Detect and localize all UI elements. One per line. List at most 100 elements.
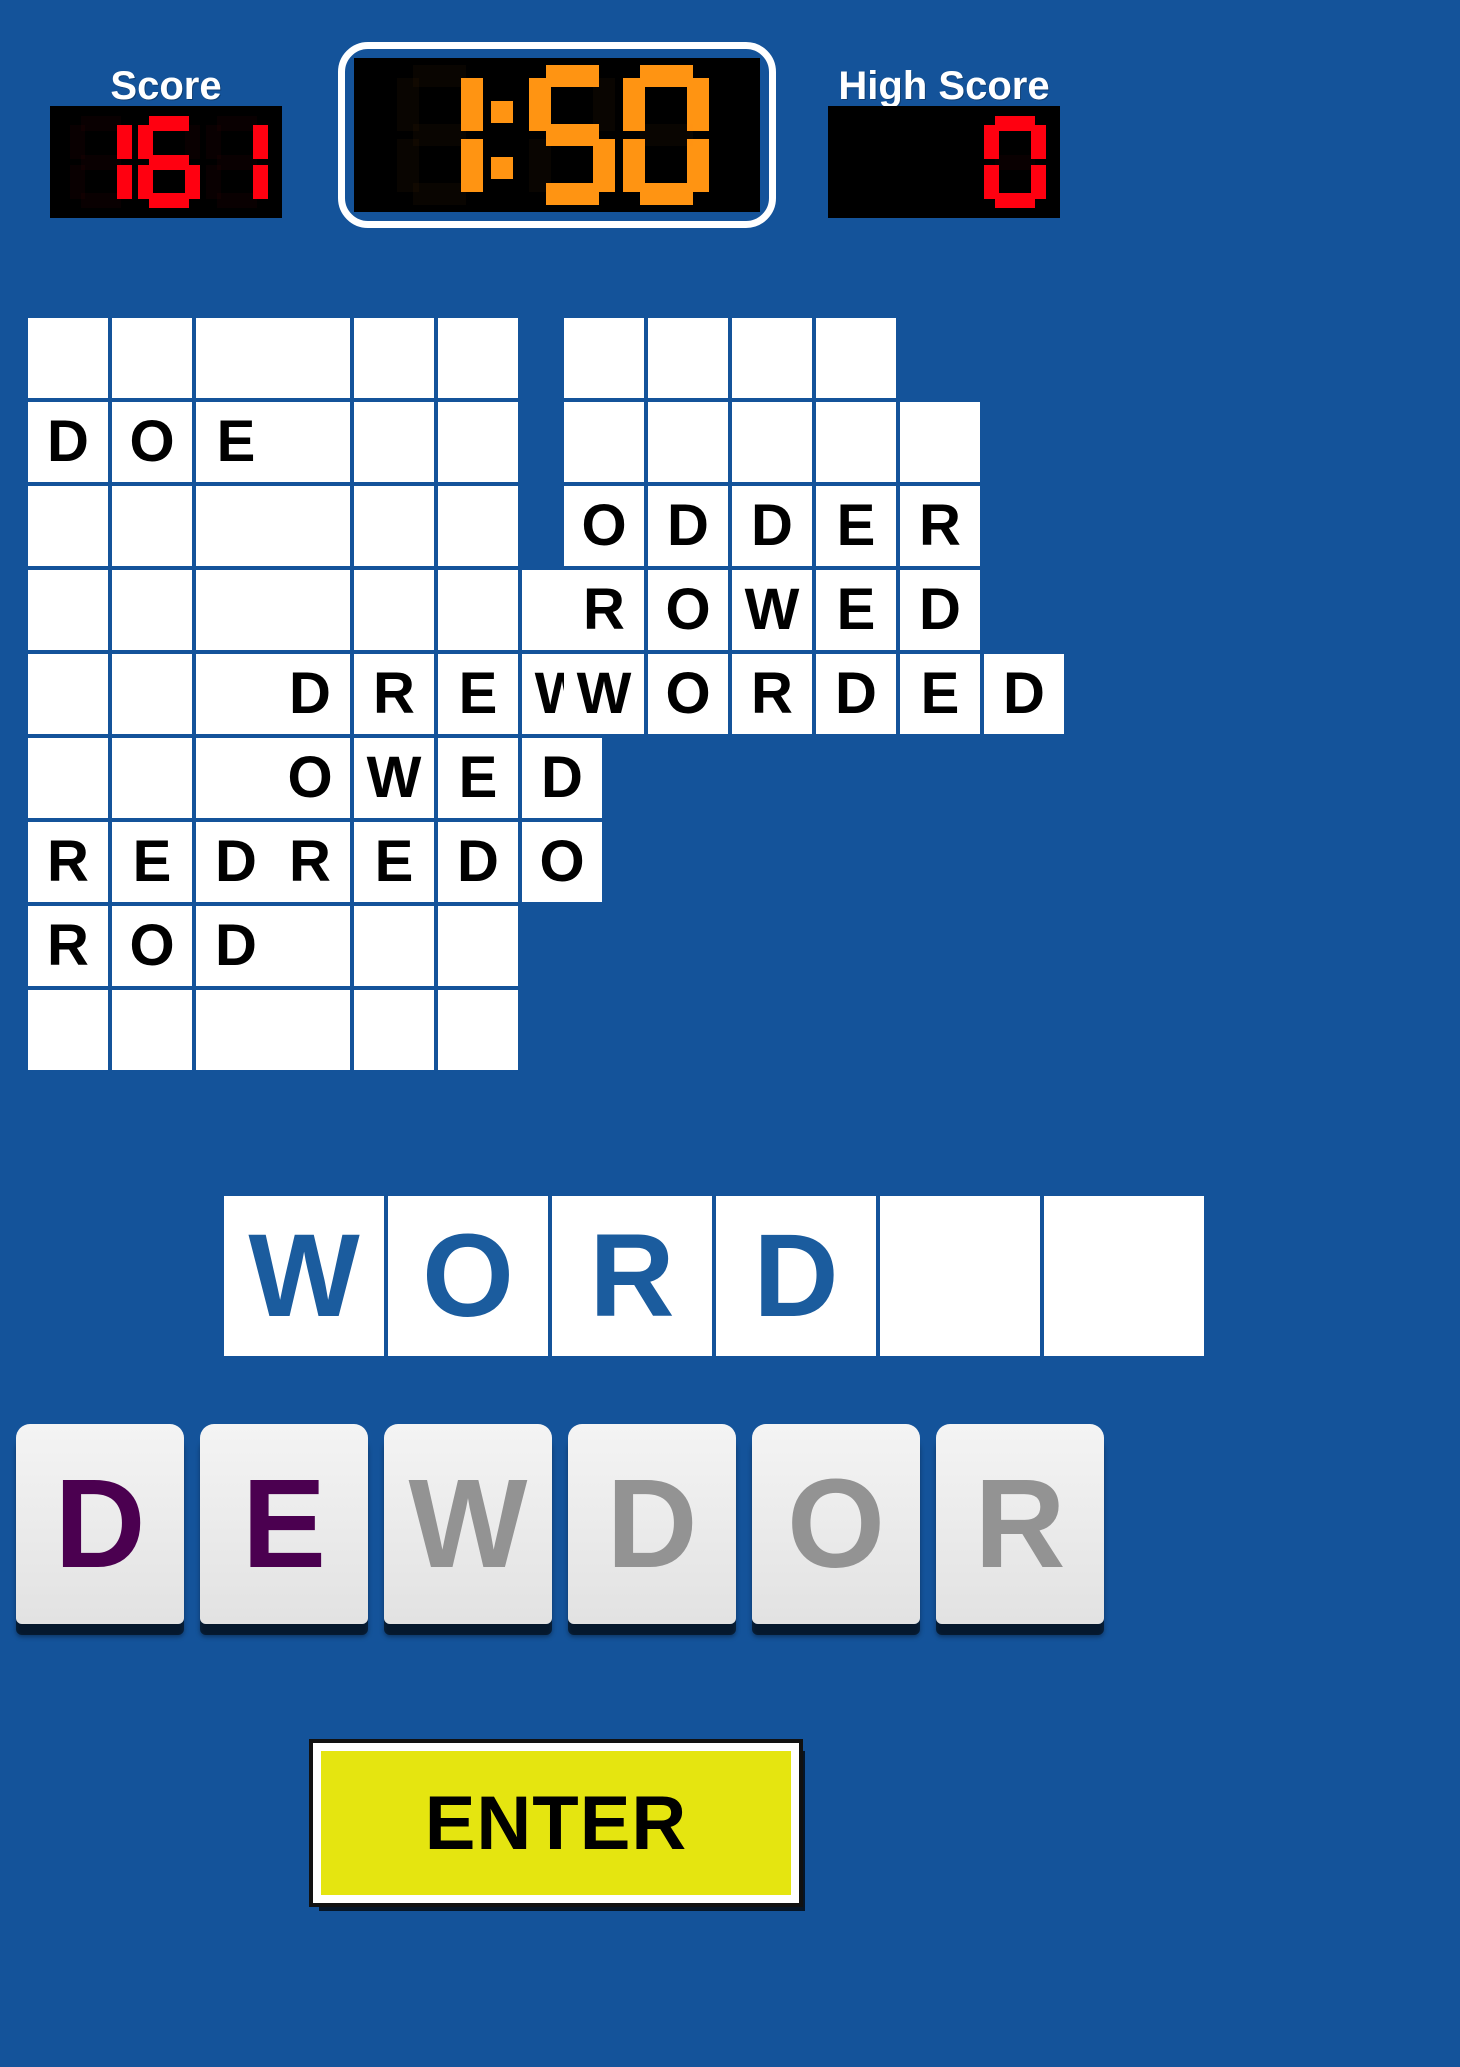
segment-d (995, 193, 1035, 208)
grid-cell-blank (270, 570, 350, 650)
grid-cell-filled: R (28, 822, 108, 902)
grid-cell-blank (354, 570, 434, 650)
segment-g (995, 155, 1035, 170)
grid-cell-blank (900, 402, 980, 482)
answer-slot-filled[interactable]: W (224, 1196, 384, 1356)
grid-cell-blank (270, 906, 350, 986)
grid-gap (522, 990, 602, 1070)
answer-slot-filled[interactable]: R (552, 1196, 712, 1356)
grid-cell-blank (354, 990, 434, 1070)
grid-cell-blank (732, 402, 812, 482)
grid-cell-blank (196, 486, 276, 566)
segment-d (149, 193, 189, 208)
grid-cell-filled: E (900, 654, 980, 734)
seven-seg-digit (529, 65, 616, 205)
score-label: Score (110, 64, 222, 108)
grid-row (270, 486, 606, 570)
letter-tile-d-available[interactable]: D (16, 1424, 184, 1624)
letter-tile-rack[interactable]: DEWDOR (16, 1424, 1104, 1624)
segment-g (640, 124, 693, 146)
grid-cell-filled: R (564, 570, 644, 650)
seven-seg-digit (138, 116, 200, 208)
segment-g (81, 155, 121, 170)
segment-a (413, 65, 466, 87)
grid-cell-blank (196, 654, 276, 734)
grid-cell-filled: O (270, 738, 350, 818)
grid-cell-filled: W (354, 738, 434, 818)
answer-slot-empty[interactable] (1044, 1196, 1204, 1356)
grid-row (28, 990, 280, 1074)
grid-cell-filled: O (112, 906, 192, 986)
grid-cell-blank (438, 906, 518, 986)
grid-cell-blank (112, 570, 192, 650)
segment-a (81, 116, 121, 131)
letter-tile-o-used[interactable]: O (752, 1424, 920, 1624)
seven-seg-colon (490, 65, 522, 205)
grid-cell-blank (28, 570, 108, 650)
grid-cell-blank (28, 990, 108, 1070)
hud-bar: Score High Score (0, 0, 1460, 300)
grid-row: ROWED (564, 570, 1068, 654)
grid-cell-blank (28, 654, 108, 734)
letter-tile-r-used[interactable]: R (936, 1424, 1104, 1624)
grid-cell-blank (438, 402, 518, 482)
grid-gap (900, 318, 980, 398)
grid-cell-blank (112, 990, 192, 1070)
answer-row[interactable]: WORD (224, 1196, 1204, 1356)
grid-row (28, 738, 280, 822)
grid-cell-blank (270, 402, 350, 482)
seven-seg-digit (623, 65, 710, 205)
answer-slot-filled[interactable]: D (716, 1196, 876, 1356)
grid-row (270, 570, 606, 654)
letter-tile-w-used[interactable]: W (384, 1424, 552, 1624)
grid-cell-filled: D (28, 402, 108, 482)
grid-cell-filled: E (196, 402, 276, 482)
grid-cell-filled: R (900, 486, 980, 566)
letter-tile-e-available[interactable]: E (200, 1424, 368, 1624)
grid-cell-blank (354, 402, 434, 482)
segment-d (639, 183, 693, 205)
grid-cell-filled: O (564, 486, 644, 566)
grid-gap (522, 906, 602, 986)
grid-cell-blank (196, 318, 276, 398)
answer-slot-filled[interactable]: O (388, 1196, 548, 1356)
seven-seg-digit (206, 116, 268, 208)
grid-row (564, 402, 1068, 486)
grid-cell-filled: R (354, 654, 434, 734)
grid-cell-filled: D (816, 654, 896, 734)
segment-e (138, 165, 153, 199)
grid-cell-filled: E (438, 738, 518, 818)
grid-gap (984, 570, 1064, 650)
grid-row (28, 654, 280, 738)
grid-gap (984, 402, 1064, 482)
seven-seg-digit (984, 116, 1046, 208)
segment-a (149, 116, 189, 131)
grid-cell-blank (196, 738, 276, 818)
grid-cell-blank (28, 318, 108, 398)
segment-f (397, 78, 419, 130)
grid-row (28, 318, 280, 402)
segment-e (529, 139, 551, 191)
grid-cell-filled: O (522, 822, 602, 902)
grid-cell-filled: R (732, 654, 812, 734)
grid-cell-filled: O (648, 654, 728, 734)
grid-cell-blank (28, 486, 108, 566)
game-screen: Score High Score DOEREDRODDREWOWEDREDOOD… (0, 0, 1460, 2067)
grid-cell-filled: D (438, 822, 518, 902)
grid-cell-blank (438, 990, 518, 1070)
high-score-display (828, 106, 1060, 218)
grid-cell-filled: R (28, 906, 108, 986)
grid-row: DOE (28, 402, 280, 486)
grid-cell-blank (816, 318, 896, 398)
grid-cell-filled: E (354, 822, 434, 902)
enter-button[interactable]: ENTER (309, 1739, 803, 1907)
segment-d (81, 193, 121, 208)
grid-cell-blank (196, 570, 276, 650)
grid-cell-blank (112, 738, 192, 818)
letter-tile-d-used[interactable]: D (568, 1424, 736, 1624)
grid-cell-blank (438, 486, 518, 566)
grid-cell-blank (270, 318, 350, 398)
answer-slot-empty[interactable] (880, 1196, 1040, 1356)
grid-cell-filled: O (648, 570, 728, 650)
segment-e (397, 139, 419, 191)
